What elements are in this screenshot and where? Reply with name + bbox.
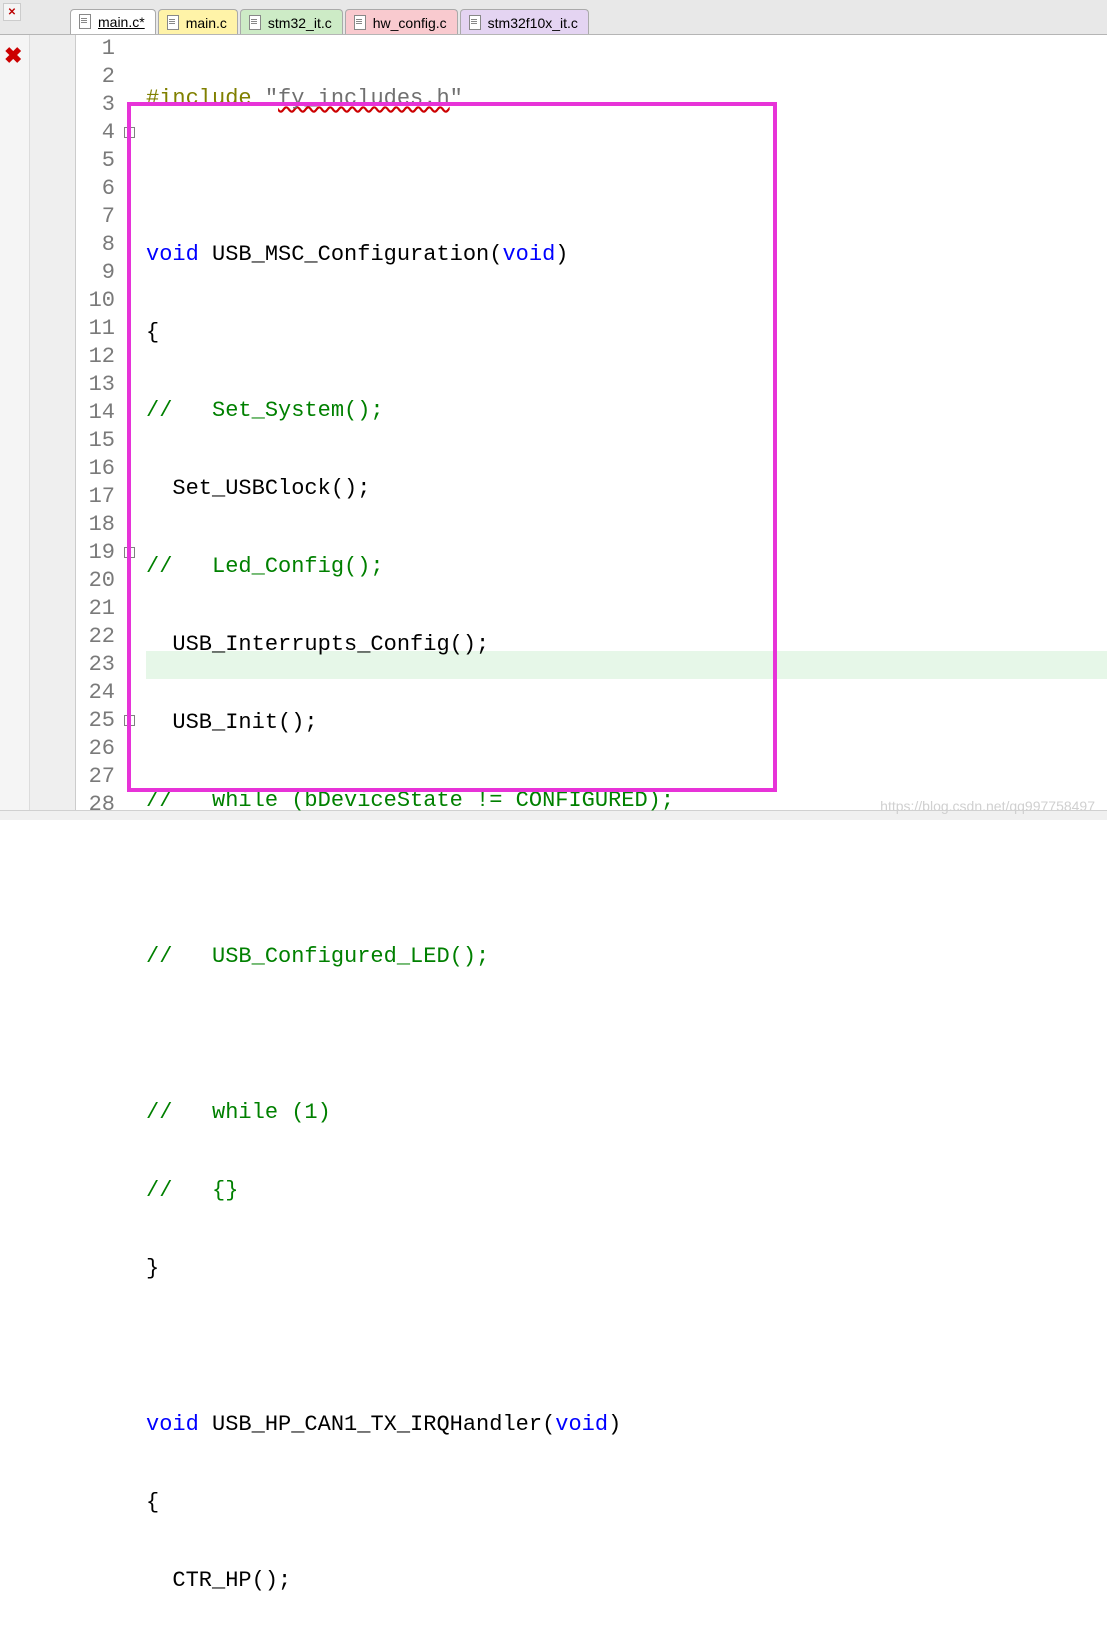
line-number[interactable]: 23 bbox=[76, 651, 115, 679]
line-number[interactable]: 4 bbox=[76, 119, 115, 147]
string: " bbox=[450, 86, 463, 111]
line-number[interactable]: 11 bbox=[76, 315, 115, 343]
keyword: void bbox=[146, 242, 199, 267]
line-number[interactable]: 21 bbox=[76, 595, 115, 623]
tab-bar: main.c* main.c stm32_it.c hw_config.c st… bbox=[70, 8, 591, 34]
keyword: void bbox=[502, 242, 555, 267]
line-number[interactable]: 12 bbox=[76, 343, 115, 371]
fold-guide bbox=[129, 553, 130, 679]
fold-guide bbox=[129, 721, 130, 791]
watermark-text: https://blog.csdn.net/qq997758497 bbox=[880, 798, 1095, 814]
line-number[interactable]: 9 bbox=[76, 259, 115, 287]
string: " bbox=[265, 86, 278, 111]
file-icon bbox=[165, 15, 181, 31]
fold-toggle-icon[interactable]: - bbox=[124, 127, 135, 138]
line-number[interactable]: 18 bbox=[76, 511, 115, 539]
code-editor[interactable]: 1234567891011121314151617181920212223242… bbox=[76, 35, 1107, 820]
tab-main-c[interactable]: main.c bbox=[158, 9, 238, 35]
tab-stm32-it[interactable]: stm32_it.c bbox=[240, 9, 343, 35]
error-marker-icon[interactable]: ✖ bbox=[4, 43, 22, 69]
line-number[interactable]: 17 bbox=[76, 483, 115, 511]
line-number[interactable]: 20 bbox=[76, 567, 115, 595]
code-text[interactable]: #include "fy_includes.h" void USB_MSC_Co… bbox=[146, 35, 674, 1640]
line-number[interactable]: 6 bbox=[76, 175, 115, 203]
fold-toggle-icon[interactable]: - bbox=[124, 547, 135, 558]
marker-gutter[interactable] bbox=[30, 35, 76, 820]
line-number[interactable]: 3 bbox=[76, 91, 115, 119]
tab-label: main.c* bbox=[98, 14, 145, 30]
include-path: fy_includes.h bbox=[278, 86, 450, 111]
tab-label: stm32_it.c bbox=[268, 15, 332, 31]
line-number[interactable]: 15 bbox=[76, 427, 115, 455]
fold-toggle-icon[interactable]: - bbox=[124, 715, 135, 726]
line-number[interactable]: 1 bbox=[76, 35, 115, 63]
line-number[interactable]: 19 bbox=[76, 539, 115, 567]
editor-container: ✖ 12345678910111213141516171819202122232… bbox=[0, 34, 1107, 820]
tab-hw-config[interactable]: hw_config.c bbox=[345, 9, 458, 35]
line-number[interactable]: 26 bbox=[76, 735, 115, 763]
line-number[interactable]: 22 bbox=[76, 623, 115, 651]
line-number[interactable]: 5 bbox=[76, 147, 115, 175]
line-number[interactable]: 13 bbox=[76, 371, 115, 399]
line-number-gutter[interactable]: 1234567891011121314151617181920212223242… bbox=[76, 35, 121, 819]
line-number[interactable]: 2 bbox=[76, 63, 115, 91]
file-icon bbox=[247, 15, 263, 31]
file-icon bbox=[352, 15, 368, 31]
line-number[interactable]: 7 bbox=[76, 203, 115, 231]
breakpoint-gutter[interactable]: ✖ bbox=[0, 35, 30, 820]
panel-close-icon[interactable]: ✕ bbox=[3, 3, 21, 21]
file-icon bbox=[77, 14, 93, 30]
tab-label: hw_config.c bbox=[373, 15, 447, 31]
line-number[interactable]: 14 bbox=[76, 399, 115, 427]
tab-label: stm32f10x_it.c bbox=[488, 15, 578, 31]
tab-stm32f10x-it[interactable]: stm32f10x_it.c bbox=[460, 9, 589, 35]
file-icon bbox=[467, 15, 483, 31]
tab-bar-row: main.c* main.c stm32_it.c hw_config.c st… bbox=[0, 0, 1107, 34]
line-number[interactable]: 16 bbox=[76, 455, 115, 483]
line-number[interactable]: 24 bbox=[76, 679, 115, 707]
preproc: #include bbox=[146, 86, 265, 111]
fold-guide bbox=[129, 133, 130, 479]
line-number[interactable]: 10 bbox=[76, 287, 115, 315]
ident: USB_MSC_Configuration( bbox=[199, 242, 503, 267]
tab-label: main.c bbox=[186, 15, 227, 31]
tab-main-c-modified[interactable]: main.c* bbox=[70, 9, 156, 35]
line-number[interactable]: 27 bbox=[76, 763, 115, 791]
line-number[interactable]: 8 bbox=[76, 231, 115, 259]
line-number[interactable]: 25 bbox=[76, 707, 115, 735]
line-number[interactable]: 28 bbox=[76, 791, 115, 819]
